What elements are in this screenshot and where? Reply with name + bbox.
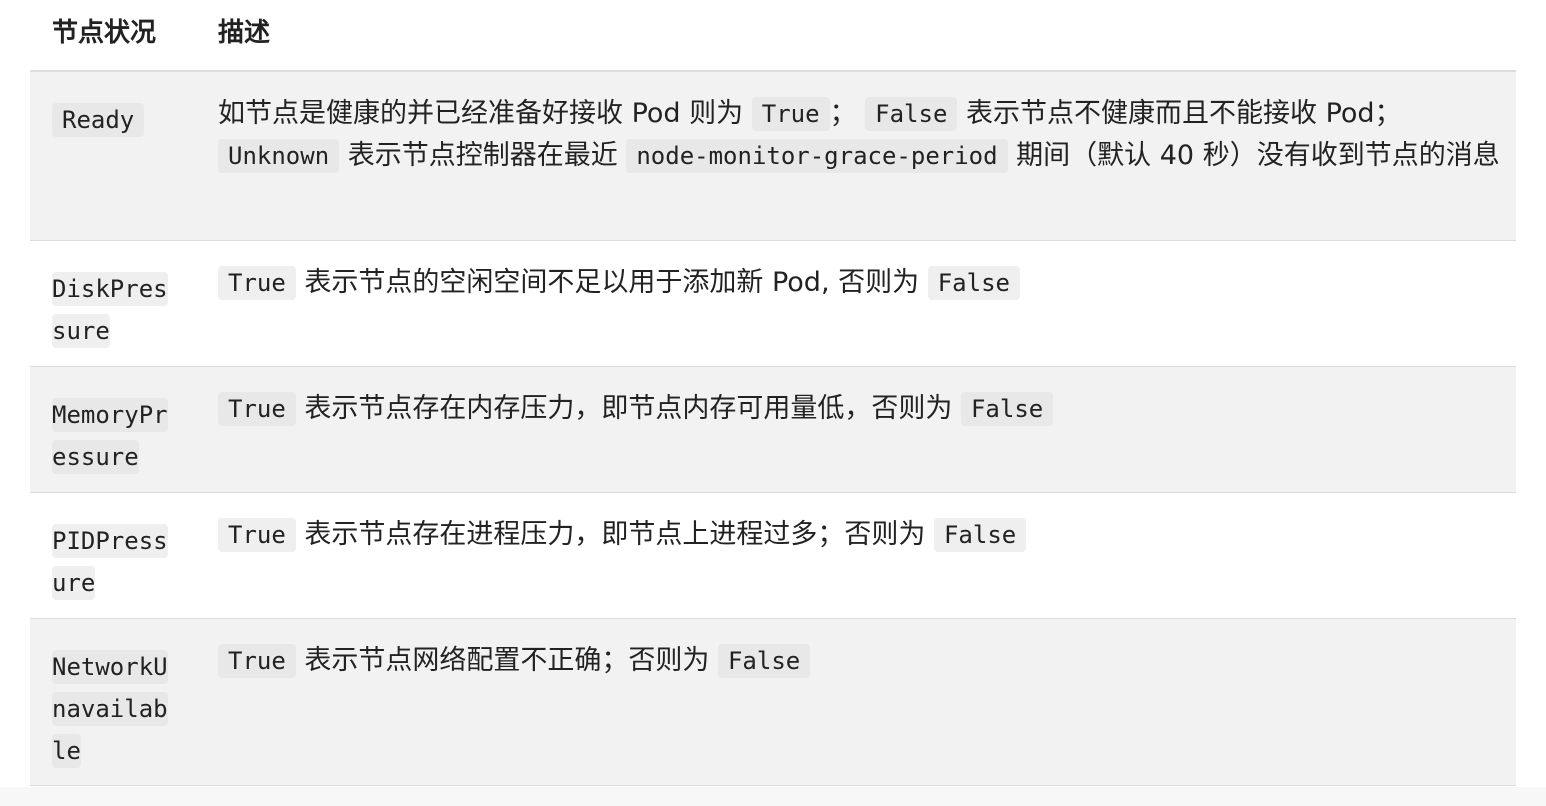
condition-code: Ready bbox=[52, 103, 145, 137]
header-status: 节点状况 bbox=[52, 18, 157, 48]
header-description: 描述 bbox=[218, 18, 271, 48]
description-text: 表示节点存在内存压力，即节点内存可用量低，否则为 bbox=[304, 393, 953, 424]
table-row: Ready 如节点是健康的并已经准备好接收 Pod 则为 True； False… bbox=[30, 72, 1516, 241]
page: 节点状况 描述 Ready 如节点是健康的并已经准备好接收 Pod 则为 Tru… bbox=[0, 0, 1546, 806]
description-cell: 如节点是健康的并已经准备好接收 Pod 则为 True； False 表示节点不… bbox=[218, 93, 1508, 177]
inline-code: True bbox=[218, 644, 296, 678]
condition-cell: Ready bbox=[52, 99, 170, 141]
table-row: NetworkUnavailable True 表示节点网络配置不正确；否则为 … bbox=[30, 619, 1516, 786]
table-header: 节点状况 描述 bbox=[30, 0, 1516, 72]
inline-code: True bbox=[218, 266, 296, 300]
inline-code: False bbox=[933, 518, 1027, 552]
inline-code: Unknown bbox=[218, 139, 340, 173]
description-cell: True 表示节点的空闲空间不足以用于添加新 Pod, 否则为 False bbox=[218, 262, 1508, 304]
inline-code: False bbox=[927, 266, 1020, 300]
inline-code: True bbox=[218, 518, 296, 552]
condition-code: MemoryPressure bbox=[52, 398, 168, 474]
condition-code: NetworkUnavailable bbox=[52, 650, 168, 768]
description-text: 期间（默认 40 秒）没有收到节点的消息 bbox=[1016, 140, 1500, 171]
description-text: 表示节点的空闲空间不足以用于添加新 Pod, 否则为 bbox=[304, 267, 920, 298]
description-cell: True 表示节点存在进程压力，即节点上进程过多；否则为 False bbox=[218, 514, 1508, 556]
description-text: ； bbox=[829, 98, 857, 129]
bottom-strip bbox=[0, 787, 1546, 806]
condition-cell: DiskPressure bbox=[52, 268, 170, 352]
description-text: 表示节点网络配置不正确；否则为 bbox=[304, 645, 710, 676]
inline-code: node-monitor-grace-period bbox=[626, 139, 1008, 173]
inline-code: False bbox=[960, 392, 1054, 426]
inline-code: False bbox=[865, 97, 958, 131]
condition-cell: MemoryPressure bbox=[52, 394, 170, 478]
table-row: PIDPressure True 表示节点存在进程压力，即节点上进程过多；否则为… bbox=[30, 493, 1516, 619]
description-cell: True 表示节点网络配置不正确；否则为 False bbox=[218, 640, 1508, 682]
table-row: MemoryPressure True 表示节点存在内存压力，即节点内存可用量低… bbox=[30, 367, 1516, 493]
description-text: 表示节点控制器在最近 bbox=[347, 140, 618, 171]
inline-code: True bbox=[218, 392, 296, 426]
condition-code: DiskPressure bbox=[52, 272, 168, 348]
table-row: DiskPressure True 表示节点的空闲空间不足以用于添加新 Pod,… bbox=[30, 241, 1516, 367]
node-conditions-table: 节点状况 描述 Ready 如节点是健康的并已经准备好接收 Pod 则为 Tru… bbox=[30, 0, 1516, 786]
description-text: 表示节点存在进程压力，即节点上进程过多；否则为 bbox=[304, 519, 926, 550]
inline-code: True bbox=[751, 97, 830, 131]
inline-code: False bbox=[717, 644, 811, 678]
description-text: 表示节点不健康而且不能接收 Pod； bbox=[965, 98, 1402, 129]
condition-code: PIDPressure bbox=[52, 524, 168, 600]
condition-cell: PIDPressure bbox=[52, 520, 170, 604]
description-cell: True 表示节点存在内存压力，即节点内存可用量低，否则为 False bbox=[218, 388, 1508, 430]
description-text: 如节点是健康的并已经准备好接收 Pod 则为 bbox=[218, 98, 744, 129]
condition-cell: NetworkUnavailable bbox=[52, 646, 170, 772]
